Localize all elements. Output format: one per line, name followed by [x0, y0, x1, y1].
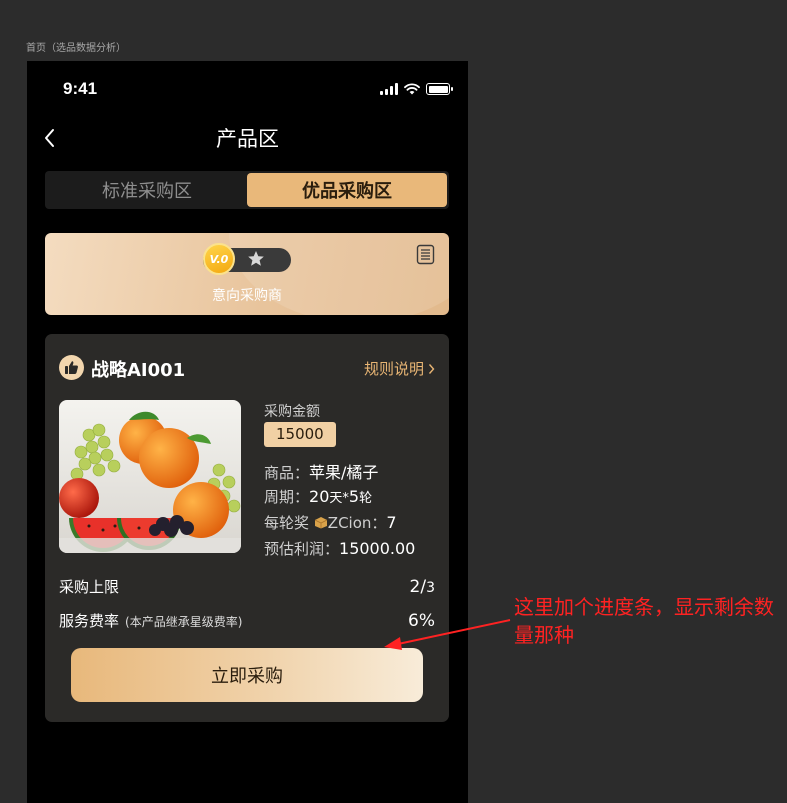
service-fee-value: 6% — [408, 611, 435, 631]
goods-label: 商品： — [264, 464, 310, 482]
profit-label: 预估利润： — [264, 540, 340, 558]
reward-value: 7 — [386, 513, 397, 532]
phone-screen: 9:41 产品区 标准采购区 优品采购区 V.0 意向采购商 战略AI001 规… — [27, 61, 468, 803]
chevron-right-icon — [428, 363, 435, 374]
reward-currency: ZCion — [327, 514, 372, 532]
tab-standard-purchase[interactable]: 标准采购区 — [47, 173, 247, 207]
buy-now-button[interactable]: 立即采购 — [71, 648, 423, 702]
period-days-unit: 天 — [329, 491, 343, 506]
service-fee-note: (本产品继承星级费率) — [125, 615, 243, 629]
reward-separator: ： — [371, 514, 387, 532]
period-row: 周期：20天*5轮 — [264, 486, 372, 507]
coin-box-icon — [314, 517, 327, 529]
cellular-signal-icon — [380, 83, 398, 95]
purchase-limit-value: 2/3 — [410, 577, 435, 597]
period-label: 周期： — [264, 488, 310, 506]
product-image — [59, 400, 241, 553]
purchase-limit-total: 3 — [426, 580, 435, 596]
period-days: 20 — [309, 487, 330, 506]
status-time: 9:41 — [63, 79, 98, 98]
battery-icon — [426, 83, 453, 95]
amount-label: 采购金额 — [264, 404, 320, 420]
page-title: 产品区 — [216, 127, 279, 151]
service-fee-label: 服务费率 — [59, 612, 120, 630]
wifi-icon — [404, 83, 420, 95]
document-list-icon[interactable] — [416, 244, 435, 265]
frame-label: 首页（选品数据分析） — [26, 43, 126, 54]
star-icon — [248, 251, 264, 266]
level-name: 意向采购商 — [212, 288, 282, 304]
period-rounds-unit: 轮 — [359, 491, 373, 506]
annotation-note: 这里加个进度条，显示剩余数量那种 — [514, 595, 774, 647]
status-icons — [380, 83, 453, 95]
purchase-limit-used: 2/ — [409, 577, 427, 597]
rules-link-label: 规则说明 — [363, 360, 424, 378]
tab-premium-purchase[interactable]: 优品采购区 — [247, 173, 447, 207]
period-rounds: 5 — [348, 487, 360, 506]
product-card: 战略AI001 规则说明 采购金额 15000 商品：苹果/橘子 周期：20天*… — [45, 334, 449, 722]
zone-tabs: 标准采购区 优品采购区 — [45, 171, 449, 209]
profit-value: 15000.00 — [339, 539, 416, 558]
goods-row: 商品：苹果/橘子 — [264, 459, 378, 483]
rules-link[interactable]: 规则说明 — [364, 358, 435, 379]
product-name: 战略AI001 — [91, 360, 186, 381]
amount-value: 15000 — [264, 422, 336, 447]
service-fee-row: 服务费率 (本产品继承星级费率) 6% — [59, 610, 435, 631]
level-card: V.0 意向采购商 — [45, 233, 449, 315]
goods-value: 苹果/橘子 — [309, 463, 379, 482]
reward-label: 每轮奖 — [264, 514, 310, 532]
thumbs-up-icon — [59, 355, 84, 380]
purchase-limit-label: 采购上限 — [59, 578, 120, 596]
profit-row: 预估利润：15000.00 — [264, 538, 415, 559]
reward-row: 每轮奖 ZCion：7 — [264, 512, 397, 533]
level-badge: V.0 — [203, 243, 235, 275]
purchase-limit-row: 采购上限 2/3 — [59, 576, 435, 597]
